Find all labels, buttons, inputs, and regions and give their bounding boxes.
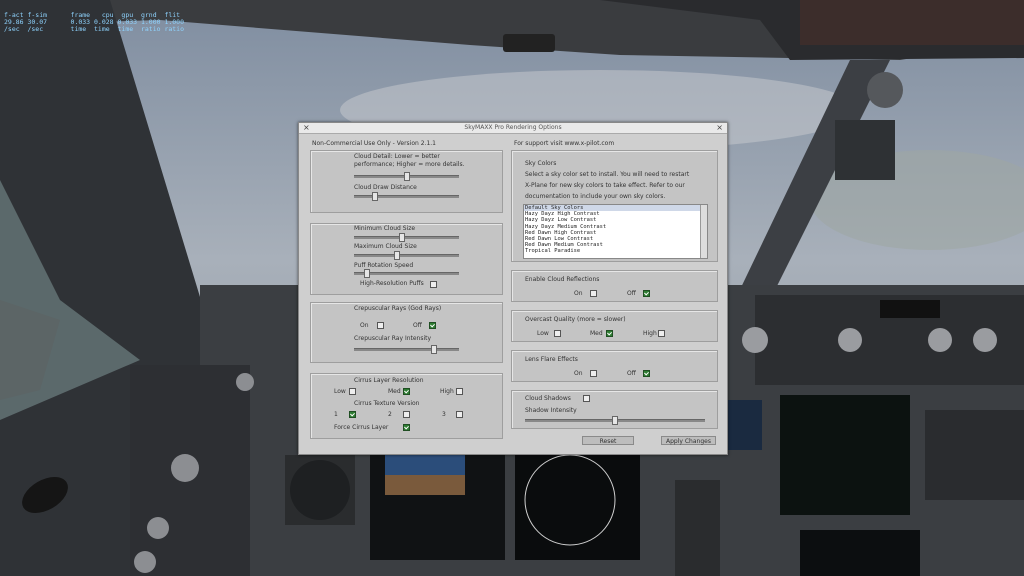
force-cirrus-checkbox[interactable] xyxy=(403,424,410,431)
shadow-intensity-slider[interactable] xyxy=(525,416,705,425)
sky-color-option[interactable]: Tropical Paradise xyxy=(524,248,707,254)
close-icon[interactable]: × xyxy=(716,123,723,132)
slider-knob[interactable] xyxy=(399,233,405,242)
slider-knob[interactable] xyxy=(612,416,618,425)
cirrus-high-checkbox[interactable] xyxy=(456,388,463,395)
reflections-off-checkbox[interactable] xyxy=(643,290,650,297)
cloud-detail-label-2: performance; Higher = more details. xyxy=(354,161,465,168)
cirrus-med-label: Med xyxy=(388,388,401,395)
overcast-quality-panel: Overcast Quality (more = slower) Low Med… xyxy=(511,310,718,342)
overcast-med-checkbox[interactable] xyxy=(606,330,613,337)
maximum-cloud-size-label: Maximum Cloud Size xyxy=(354,243,417,250)
slider-knob[interactable] xyxy=(394,251,400,260)
maximum-cloud-size-slider[interactable] xyxy=(354,251,459,260)
crepuscular-off-label: Off xyxy=(413,322,422,329)
sky-colors-title: Sky Colors xyxy=(525,160,557,167)
sky-colors-desc-2: X-Plane for new sky colors to take effec… xyxy=(525,182,685,189)
slider-knob[interactable] xyxy=(372,192,378,201)
crepuscular-on-checkbox[interactable] xyxy=(377,322,384,329)
crepuscular-panel: Crepuscular Rays (God Rays) On Off Crepu… xyxy=(310,302,503,363)
reflections-off-label: Off xyxy=(627,290,636,297)
sky-colors-desc-3: documentation to include your own sky co… xyxy=(525,193,666,200)
overcast-low-label: Low xyxy=(537,330,549,337)
slider-knob[interactable] xyxy=(431,345,437,354)
cloud-shadows-checkbox[interactable] xyxy=(583,395,590,402)
cirrus-resolution-title: Cirrus Layer Resolution xyxy=(354,377,424,384)
support-label: For support visit www.x-pilot.com xyxy=(514,140,615,147)
cloud-reflections-title: Enable Cloud Reflections xyxy=(525,276,600,283)
sky-colors-panel: Sky Colors Select a sky color set to ins… xyxy=(511,150,718,262)
apply-changes-button[interactable]: Apply Changes xyxy=(661,436,716,445)
sky-colors-desc-1: Select a sky color set to install. You w… xyxy=(525,171,690,178)
high-res-puffs-checkbox[interactable] xyxy=(430,281,437,288)
overcast-high-checkbox[interactable] xyxy=(658,330,665,337)
version-label: Non-Commercial Use Only - Version 2.1.1 xyxy=(312,140,436,147)
cloud-draw-distance-label: Cloud Draw Distance xyxy=(354,184,417,191)
overcast-quality-title: Overcast Quality (more = slower) xyxy=(525,316,626,323)
crepuscular-on-label: On xyxy=(360,322,369,329)
cloud-detail-panel: Cloud Detail: Lower = better performance… xyxy=(310,150,503,213)
cirrus-med-checkbox[interactable] xyxy=(403,388,410,395)
minimum-cloud-size-slider[interactable] xyxy=(354,233,459,242)
sky-colors-list[interactable]: Default Sky Colors Hazy Dayz High Contras… xyxy=(523,204,708,259)
cirrus-low-label: Low xyxy=(334,388,346,395)
high-res-puffs-label: High-Resolution Puffs xyxy=(360,280,424,287)
puff-rotation-speed-slider[interactable] xyxy=(354,269,459,278)
cirrus-v2-checkbox[interactable] xyxy=(403,411,410,418)
crepuscular-title: Crepuscular Rays (God Rays) xyxy=(354,305,442,312)
cloud-detail-label: Cloud Detail: Lower = better xyxy=(354,153,440,160)
sim-stats-readout: f-act f-sim frame cpu gpu grnd flit 29.86… xyxy=(4,12,184,33)
slider-knob[interactable] xyxy=(364,269,370,278)
cloud-shadows-title: Cloud Shadows xyxy=(525,395,571,402)
crepuscular-intensity-label: Crepuscular Ray Intensity xyxy=(354,335,432,342)
cirrus-low-checkbox[interactable] xyxy=(349,388,356,395)
cloud-detail-slider[interactable] xyxy=(354,172,459,181)
minimum-cloud-size-label: Minimum Cloud Size xyxy=(354,225,416,232)
cirrus-panel: Cirrus Layer Resolution Low Med High Cir… xyxy=(310,373,503,439)
cirrus-texture-title: Cirrus Texture Version xyxy=(354,400,420,407)
force-cirrus-label: Force Cirrus Layer xyxy=(334,424,389,431)
overcast-med-label: Med xyxy=(590,330,603,337)
overcast-high-label: High xyxy=(643,330,657,337)
skymaxx-options-dialog: × SkyMAXX Pro Rendering Options × Non-Co… xyxy=(298,122,728,455)
cirrus-v1-label: 1 xyxy=(334,411,338,418)
cloud-shadows-panel: Cloud Shadows Shadow Intensity xyxy=(511,390,718,429)
reset-button[interactable]: Reset xyxy=(582,436,634,445)
reflections-on-checkbox[interactable] xyxy=(590,290,597,297)
puff-rotation-speed-label: Puff Rotation Speed xyxy=(354,262,414,269)
overcast-low-checkbox[interactable] xyxy=(554,330,561,337)
cloud-reflections-panel: Enable Cloud Reflections On Off xyxy=(511,270,718,302)
crepuscular-intensity-slider[interactable] xyxy=(354,345,459,354)
sky-colors-rows: Default Sky Colors Hazy Dayz High Contras… xyxy=(524,205,707,255)
cirrus-v3-label: 3 xyxy=(442,411,446,418)
slider-knob[interactable] xyxy=(404,172,410,181)
reflections-on-label: On xyxy=(574,290,583,297)
lens-flare-panel: Lens Flare Effects On Off xyxy=(511,350,718,382)
lens-flare-on-checkbox[interactable] xyxy=(590,370,597,377)
crepuscular-off-checkbox[interactable] xyxy=(429,322,436,329)
lens-flare-title: Lens Flare Effects xyxy=(525,356,578,363)
shadow-intensity-label: Shadow Intensity xyxy=(525,407,577,414)
dialog-title-bar[interactable]: × SkyMAXX Pro Rendering Options × xyxy=(299,123,727,134)
cirrus-v3-checkbox[interactable] xyxy=(456,411,463,418)
lens-flare-off-checkbox[interactable] xyxy=(643,370,650,377)
stats-line-3: /sec /sec time time time ratio ratio xyxy=(4,25,185,33)
lens-flare-off-label: Off xyxy=(627,370,636,377)
list-scrollbar[interactable] xyxy=(700,205,707,258)
cloud-draw-distance-slider[interactable] xyxy=(354,192,459,201)
lens-flare-on-label: On xyxy=(574,370,583,377)
cirrus-v2-label: 2 xyxy=(388,411,392,418)
cirrus-v1-checkbox[interactable] xyxy=(349,411,356,418)
cloud-size-panel: Minimum Cloud Size Maximum Cloud Size Pu… xyxy=(310,223,503,295)
cirrus-high-label: High xyxy=(440,388,454,395)
dialog-title: SkyMAXX Pro Rendering Options xyxy=(464,124,562,131)
